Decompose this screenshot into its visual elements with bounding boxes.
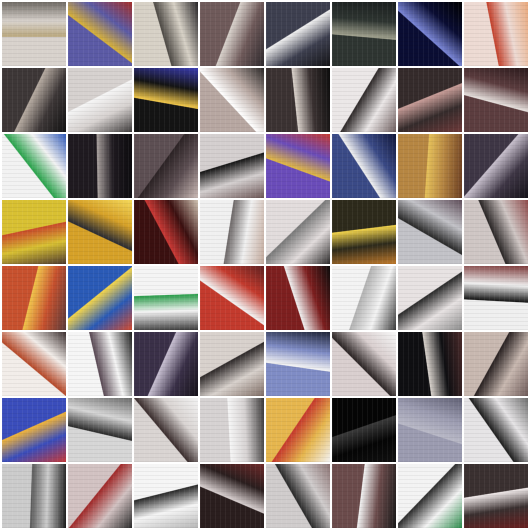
thumbnail-r2-c5: [266, 68, 330, 132]
thumbnail-r5-c2: [68, 266, 132, 330]
thumbnail-r1-c3: [134, 2, 198, 66]
thumbnail-r1-c4: [200, 2, 264, 66]
thumbnail-r6-c1: [2, 332, 66, 396]
thumbnail-r8-c1: [2, 464, 66, 528]
thumbnail-r8-c8: [464, 464, 528, 528]
thumbnail-r1-c6: [332, 2, 396, 66]
thumbnail-r2-c1: [2, 68, 66, 132]
thumbnail-r8-c2: [68, 464, 132, 528]
thumbnail-r4-c2: [68, 200, 132, 264]
thumbnail-r6-c6: [332, 332, 396, 396]
thumbnail-r2-c6: [332, 68, 396, 132]
thumbnail-r4-c1: [2, 200, 66, 264]
thumbnail-r5-c4: [200, 266, 264, 330]
thumbnail-r4-c7: [398, 200, 462, 264]
thumbnail-r7-c2: [68, 398, 132, 462]
thumbnail-r3-c3: [134, 134, 198, 198]
thumbnail-r8-c7: [398, 464, 462, 528]
sample-grid: [0, 0, 530, 530]
thumbnail-r3-c2: [68, 134, 132, 198]
thumbnail-r5-c1: [2, 266, 66, 330]
thumbnail-r2-c2: [68, 68, 132, 132]
thumbnail-r3-c1: [2, 134, 66, 198]
thumbnail-r2-c4: [200, 68, 264, 132]
thumbnail-r4-c6: [332, 200, 396, 264]
thumbnail-r7-c4: [200, 398, 264, 462]
thumbnail-r6-c3: [134, 332, 198, 396]
thumbnail-r7-c6: [332, 398, 396, 462]
thumbnail-r7-c3: [134, 398, 198, 462]
thumbnail-r1-c1: [2, 2, 66, 66]
thumbnail-r5-c7: [398, 266, 462, 330]
thumbnail-r6-c8: [464, 332, 528, 396]
thumbnail-r3-c5: [266, 134, 330, 198]
thumbnail-r1-c5: [266, 2, 330, 66]
thumbnail-r1-c7: [398, 2, 462, 66]
thumbnail-r8-c6: [332, 464, 396, 528]
thumbnail-r8-c3: [134, 464, 198, 528]
thumbnail-r5-c3: [134, 266, 198, 330]
thumbnail-r6-c4: [200, 332, 264, 396]
thumbnail-r5-c5: [266, 266, 330, 330]
thumbnail-r3-c4: [200, 134, 264, 198]
thumbnail-r4-c4: [200, 200, 264, 264]
thumbnail-r4-c8: [464, 200, 528, 264]
thumbnail-r2-c3: [134, 68, 198, 132]
thumbnail-r2-c8: [464, 68, 528, 132]
thumbnail-r3-c7: [398, 134, 462, 198]
thumbnail-r8-c4: [200, 464, 264, 528]
thumbnail-r5-c8: [464, 266, 528, 330]
thumbnail-r6-c2: [68, 332, 132, 396]
thumbnail-r6-c7: [398, 332, 462, 396]
thumbnail-r5-c6: [332, 266, 396, 330]
thumbnail-r4-c5: [266, 200, 330, 264]
thumbnail-r3-c6: [332, 134, 396, 198]
thumbnail-r2-c7: [398, 68, 462, 132]
thumbnail-r1-c2: [68, 2, 132, 66]
thumbnail-r8-c5: [266, 464, 330, 528]
thumbnail-r7-c7: [398, 398, 462, 462]
thumbnail-r3-c8: [464, 134, 528, 198]
thumbnail-r6-c5: [266, 332, 330, 396]
thumbnail-r7-c5: [266, 398, 330, 462]
thumbnail-r1-c8: [464, 2, 528, 66]
thumbnail-r7-c8: [464, 398, 528, 462]
thumbnail-r4-c3: [134, 200, 198, 264]
thumbnail-r7-c1: [2, 398, 66, 462]
